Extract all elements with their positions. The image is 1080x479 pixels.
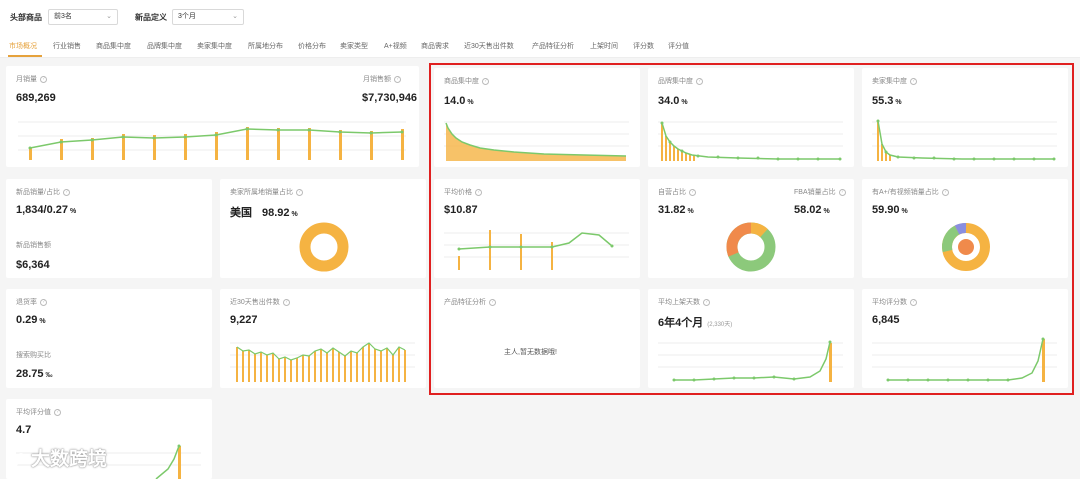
tab-market-overview[interactable]: 市场概况	[9, 41, 37, 51]
card-feature-analysis: 产品特征分析? 主人,暂无数据哦!	[434, 289, 640, 388]
return-rate-label: 退货率	[16, 299, 37, 306]
tab-brand-concentration[interactable]: 品牌集中度	[147, 41, 182, 51]
card-seller-location: 卖家所属地销量占比? 美国 98.92%	[220, 179, 426, 278]
new-products-revenue-label: 新品销售额	[16, 242, 51, 249]
card-new-products: 新品销量/占比? 1,834/0.27% 新品销售额 $6,364	[6, 179, 212, 278]
empty-state-text: 主人,暂无数据哦!	[504, 349, 557, 356]
brand-concentration-chart	[658, 121, 843, 161]
percent-unit: %	[70, 208, 77, 215]
top-products-select[interactable]: 前3名 ⌄	[48, 9, 118, 25]
new-def-select[interactable]: 3个月 ⌄	[172, 9, 244, 25]
search-purchase-value: 28.75	[16, 368, 44, 380]
active-tab-indicator	[8, 55, 42, 57]
feature-analysis-label: 产品特征分析	[444, 299, 486, 306]
top-products-value: 前3名	[54, 13, 72, 20]
chevron-down-icon: ⌄	[232, 13, 238, 20]
new-products-value: 1,834/0.27	[16, 204, 68, 216]
avg-price-chart	[444, 230, 629, 270]
monthly-sales-chart	[18, 121, 406, 160]
help-icon[interactable]: ?	[62, 188, 70, 196]
aplus-video-donut	[942, 223, 990, 271]
filter-bar: 头部商品 前3名 ⌄ 新品定义 3个月 ⌄	[0, 0, 1080, 34]
new-products-label: 新品销量/占比	[16, 189, 60, 196]
card-avg-price: 平均价格? $10.87	[434, 179, 640, 278]
seller-concentration-chart	[872, 119, 1057, 161]
tab-review-rating[interactable]: 评分值	[668, 41, 689, 51]
watermark-logo-icon	[7, 452, 26, 467]
card-seller-concentration: 卖家集中度? 55.3%	[862, 68, 1068, 167]
search-purchase-label: 搜索购买比	[16, 352, 51, 359]
card-self-operated: 自营占比? 31.82% FBA销量占比? 58.02%	[648, 179, 854, 278]
tab-industry-sales[interactable]: 行业销售	[53, 41, 81, 51]
card-avg-listing-days: 平均上架天数? 6年4个月 (2,330天)	[648, 289, 854, 388]
tab-bar: 市场概况 行业销售 商品集中度 品牌集中度 卖家集中度 所属地分布 价格分布 卖…	[0, 34, 1080, 58]
new-def-label: 新品定义	[135, 13, 167, 22]
help-icon[interactable]: ?	[489, 298, 496, 306]
card-avg-reviews: 平均评分数? 6,845	[862, 289, 1068, 388]
tab-seller-concentration[interactable]: 卖家集中度	[197, 41, 232, 51]
tab-seller-type[interactable]: 卖家类型	[340, 41, 368, 51]
tab-price-distribution[interactable]: 价格分布	[298, 41, 326, 51]
seller-location-donut	[299, 222, 349, 272]
watermark: 大数跨境	[6, 444, 107, 471]
watermark-text: 大数跨境	[31, 449, 108, 470]
tab-feature-analysis[interactable]: 产品特征分析	[532, 41, 574, 51]
chevron-down-icon: ⌄	[106, 13, 112, 20]
sold-30d-chart	[230, 342, 415, 382]
card-product-concentration: 商品集中度? 14.0%	[434, 68, 640, 167]
card-aplus-video: 有A+/有视频销量占比? 59.90%	[862, 179, 1068, 278]
tab-review-count[interactable]: 评分数	[633, 41, 654, 51]
card-sold-30d: 近30天售出件数? 9,227	[220, 289, 426, 388]
new-products-revenue-value: $6,364	[16, 259, 50, 271]
permille-unit: ‰	[45, 372, 53, 379]
tab-listing-time[interactable]: 上架时间	[590, 41, 618, 51]
avg-reviews-chart	[872, 337, 1057, 382]
product-concentration-chart	[444, 121, 629, 161]
tab-location-distribution[interactable]: 所属地分布	[248, 41, 283, 51]
tab-sold-30d[interactable]: 近30天售出件数	[464, 41, 514, 51]
avg-listing-days-chart	[658, 340, 843, 382]
help-icon[interactable]: ?	[40, 298, 47, 306]
return-rate-value: 0.29	[16, 314, 38, 326]
self-operated-donut	[726, 222, 776, 272]
percent-unit: %	[39, 318, 46, 325]
tab-product-demand[interactable]: 商品需求	[421, 41, 449, 51]
tab-product-concentration[interactable]: 商品集中度	[96, 41, 131, 51]
top-products-label: 头部商品	[10, 13, 42, 22]
tab-aplus-video[interactable]: A+视频	[384, 41, 407, 51]
card-brand-concentration: 品牌集中度? 34.0%	[648, 68, 854, 167]
new-def-value: 3个月	[178, 13, 196, 20]
card-monthly-sales: 月销量? 689,269 月销售额? $7,730,946	[6, 66, 419, 167]
card-return-rate: 退货率? 0.29% 搜索购买比 28.75 ‰	[6, 289, 212, 388]
